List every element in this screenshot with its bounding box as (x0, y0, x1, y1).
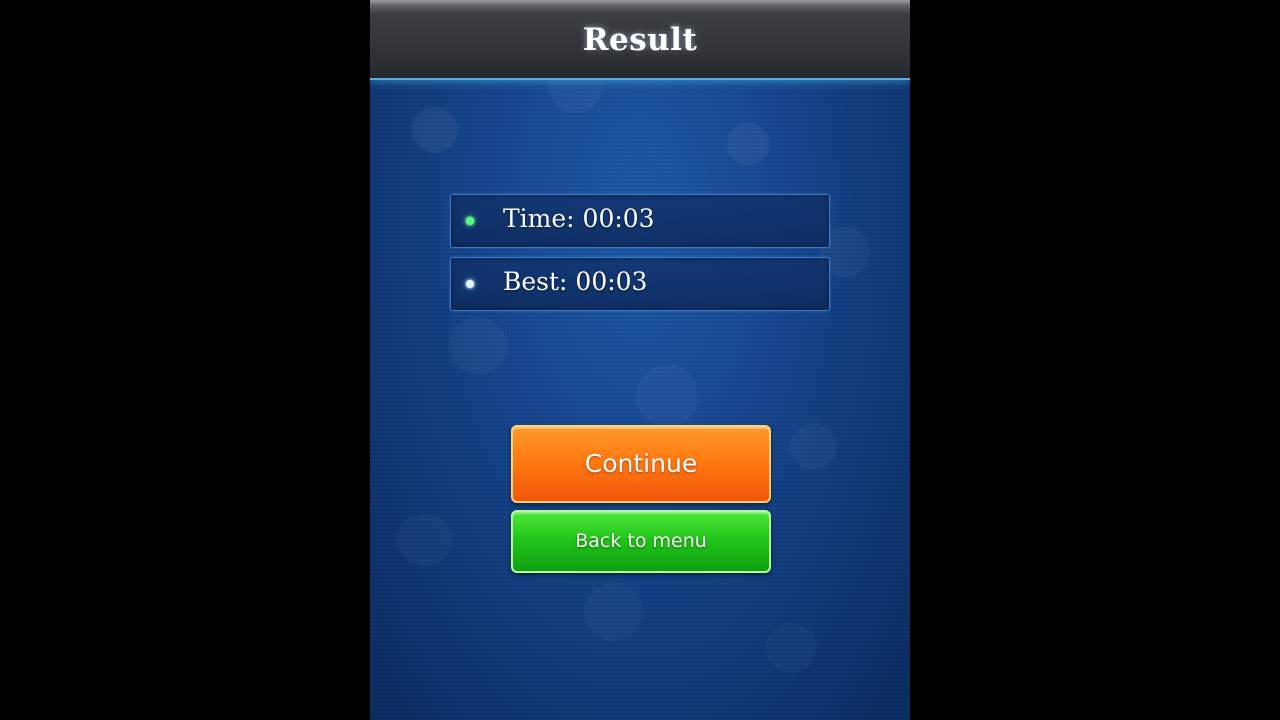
time-stat-panel: Time: 00:03 (450, 194, 830, 248)
best-stat-text: Best: 00:03 (503, 267, 648, 296)
page-title: Result (582, 22, 698, 58)
continue-button[interactable]: Continue (511, 425, 771, 503)
game-screen: Result Time: 00:03 Best: 00:03 Continue … (370, 0, 910, 720)
best-stat-panel: Best: 00:03 (450, 257, 830, 311)
best-bullet-icon (466, 280, 474, 288)
back-to-menu-button[interactable]: Back to menu (511, 510, 771, 573)
time-bullet-icon (466, 217, 474, 225)
time-stat-text: Time: 00:03 (503, 204, 655, 233)
title-bar: Result (370, 0, 910, 80)
